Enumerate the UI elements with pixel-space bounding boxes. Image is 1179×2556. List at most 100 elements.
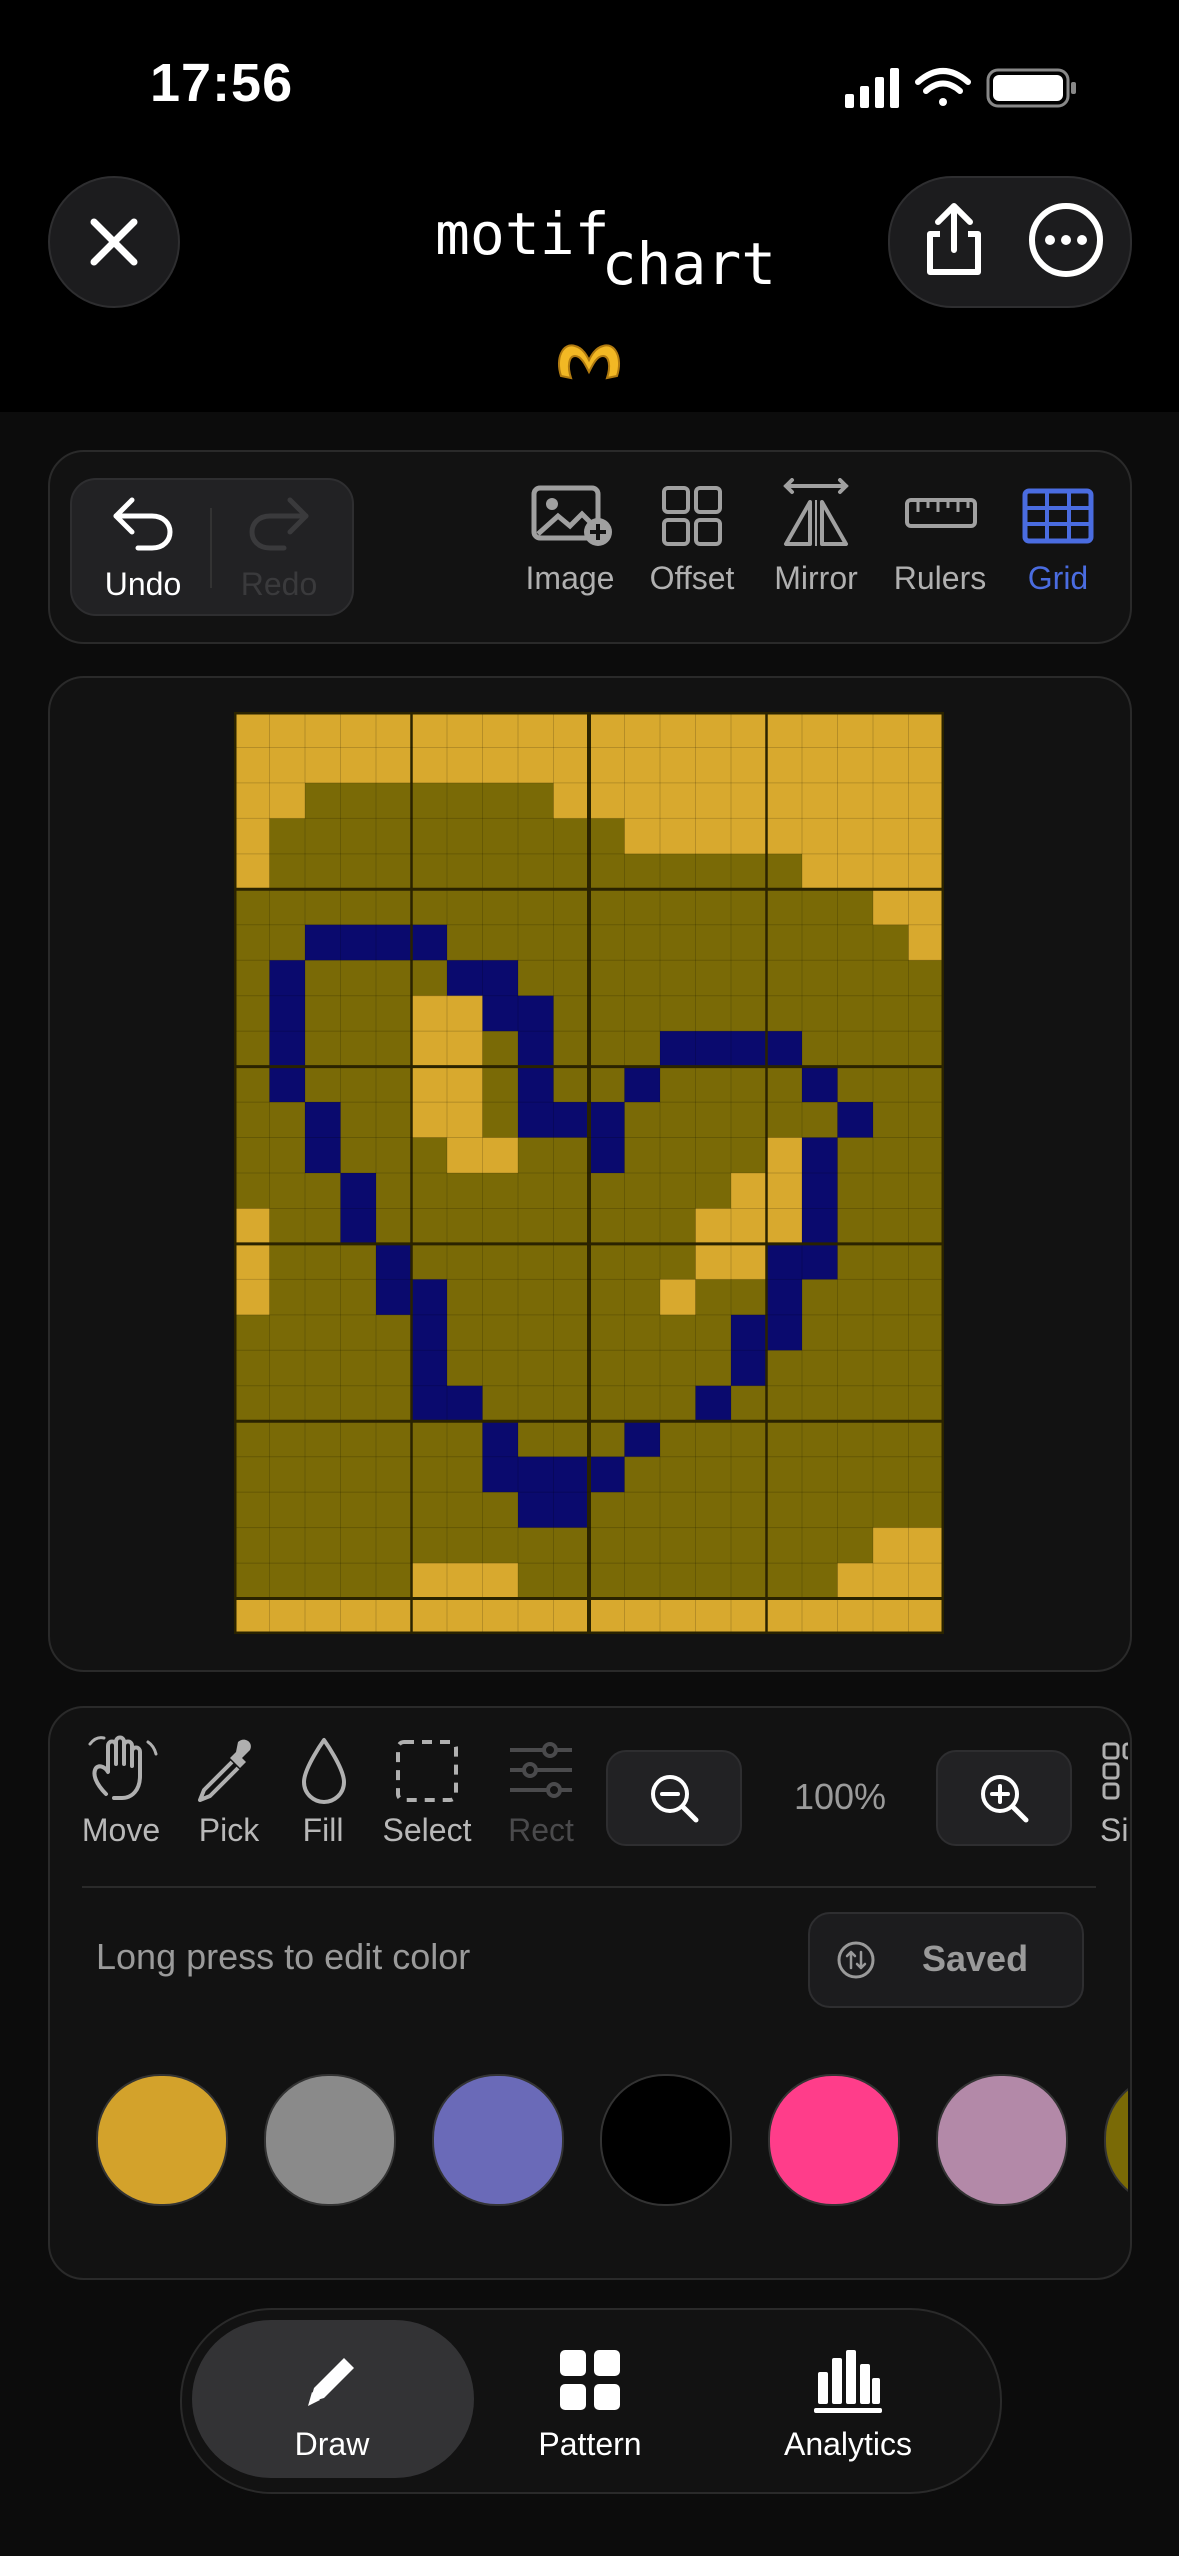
grid-cell[interactable] — [589, 1208, 625, 1245]
grid-cell[interactable] — [269, 995, 306, 1032]
grid-cell[interactable] — [234, 1385, 270, 1422]
grid-cell[interactable] — [802, 1598, 838, 1634]
grid-cell[interactable] — [837, 1385, 874, 1422]
grid-cell[interactable] — [802, 1031, 838, 1067]
swatch-6[interactable] — [1104, 2074, 1128, 2206]
grid-cell[interactable] — [269, 889, 306, 926]
image-tool-button[interactable]: Image — [500, 476, 640, 606]
grid-cell[interactable] — [340, 1208, 377, 1245]
grid-cell[interactable] — [589, 747, 625, 784]
grid-cell[interactable] — [802, 1421, 838, 1457]
grid-cell[interactable] — [482, 712, 519, 748]
grid-cell[interactable] — [624, 1102, 661, 1138]
swatch-2[interactable] — [432, 2074, 564, 2206]
grid-cell[interactable] — [695, 1066, 732, 1103]
grid-cell[interactable] — [269, 1527, 306, 1564]
grid-cell[interactable] — [908, 924, 945, 961]
grid-cell[interactable] — [305, 1492, 341, 1528]
grid-cell[interactable] — [624, 924, 661, 961]
grid-cell[interactable] — [660, 1598, 696, 1634]
grid-cell[interactable] — [695, 1173, 732, 1209]
grid-cell[interactable] — [447, 747, 483, 784]
grid-cell[interactable] — [660, 1314, 696, 1351]
grid-cell[interactable] — [802, 960, 838, 996]
grid-cell[interactable] — [837, 960, 874, 996]
grid-cell[interactable] — [340, 1563, 377, 1599]
grid-cell[interactable] — [624, 1279, 661, 1316]
grid-cell[interactable] — [695, 1243, 732, 1280]
grid-cell[interactable] — [908, 1350, 945, 1387]
grid-cell[interactable] — [589, 1350, 625, 1387]
grid-cell[interactable] — [695, 1527, 732, 1564]
grid-cell[interactable] — [731, 782, 767, 819]
grid-cell[interactable] — [447, 1066, 483, 1103]
grid-cell[interactable] — [553, 1031, 590, 1067]
grid-cell[interactable] — [340, 1456, 377, 1493]
grid-cell[interactable] — [376, 1456, 412, 1493]
grid-cell[interactable] — [447, 782, 483, 819]
grid-cell[interactable] — [695, 1314, 732, 1351]
grid-cell[interactable] — [731, 1173, 767, 1209]
grid-cell[interactable] — [305, 712, 341, 748]
grid-cell[interactable] — [908, 1314, 945, 1351]
grid-cell[interactable] — [305, 1385, 341, 1422]
grid-cell[interactable] — [376, 960, 412, 996]
grid-cell[interactable] — [589, 1456, 625, 1493]
grid-cell[interactable] — [624, 995, 661, 1032]
grid-cell[interactable] — [624, 747, 661, 784]
grid-cell[interactable] — [305, 1563, 341, 1599]
grid-cell[interactable] — [376, 1243, 412, 1280]
grid-cell[interactable] — [376, 1102, 412, 1138]
grid-cell[interactable] — [660, 1137, 696, 1174]
grid-cell[interactable] — [908, 1385, 945, 1422]
grid-cell[interactable] — [305, 1102, 341, 1138]
zoom-in-button[interactable] — [936, 1750, 1072, 1846]
grid-cell[interactable] — [305, 1243, 341, 1280]
grid-cell[interactable] — [731, 1279, 767, 1316]
grid-cell[interactable] — [234, 1066, 270, 1103]
grid-cell[interactable] — [269, 1563, 306, 1599]
grid-cell[interactable] — [802, 747, 838, 784]
grid-cell[interactable] — [340, 1137, 377, 1174]
grid-cell[interactable] — [411, 853, 448, 890]
grid-cell[interactable] — [695, 924, 732, 961]
grid-cell[interactable] — [731, 1456, 767, 1493]
grid-cell[interactable] — [802, 1208, 838, 1245]
grid-cell[interactable] — [305, 1279, 341, 1316]
grid-cell[interactable] — [518, 960, 554, 996]
grid-cell[interactable] — [908, 1563, 945, 1599]
grid-cell[interactable] — [411, 782, 448, 819]
grid-cell[interactable] — [624, 1563, 661, 1599]
grid-cell[interactable] — [837, 1173, 874, 1209]
grid-cell[interactable] — [482, 960, 519, 996]
grid-cell[interactable] — [589, 818, 625, 855]
grid-cell[interactable] — [305, 853, 341, 890]
grid-cell[interactable] — [660, 1456, 696, 1493]
grid-cell[interactable] — [837, 1243, 874, 1280]
grid-cell[interactable] — [908, 1492, 945, 1528]
grid-cell[interactable] — [305, 782, 341, 819]
grid-cell[interactable] — [518, 782, 554, 819]
grid-cell[interactable] — [873, 712, 909, 748]
grid-cell[interactable] — [553, 818, 590, 855]
grid-cell[interactable] — [482, 924, 519, 961]
grid-cell[interactable] — [234, 712, 270, 748]
grid-cell[interactable] — [837, 1137, 874, 1174]
grid-cell[interactable] — [376, 1208, 412, 1245]
nav-analytics[interactable]: Analytics — [748, 2340, 948, 2470]
grid-cell[interactable] — [340, 747, 377, 784]
grid-cell[interactable] — [482, 1208, 519, 1245]
grid-cell[interactable] — [269, 1350, 306, 1387]
grid-cell[interactable] — [695, 1350, 732, 1387]
grid-cell[interactable] — [908, 1421, 945, 1457]
grid-cell[interactable] — [766, 1137, 803, 1174]
grid-cell[interactable] — [482, 1031, 519, 1067]
grid-cell[interactable] — [802, 1492, 838, 1528]
grid-cell[interactable] — [766, 889, 803, 926]
grid-cell[interactable] — [447, 1173, 483, 1209]
grid-cell[interactable] — [695, 1492, 732, 1528]
grid-cell[interactable] — [766, 1492, 803, 1528]
grid-cell[interactable] — [731, 1243, 767, 1280]
grid-cell[interactable] — [411, 1243, 448, 1280]
grid-cell[interactable] — [873, 1208, 909, 1245]
